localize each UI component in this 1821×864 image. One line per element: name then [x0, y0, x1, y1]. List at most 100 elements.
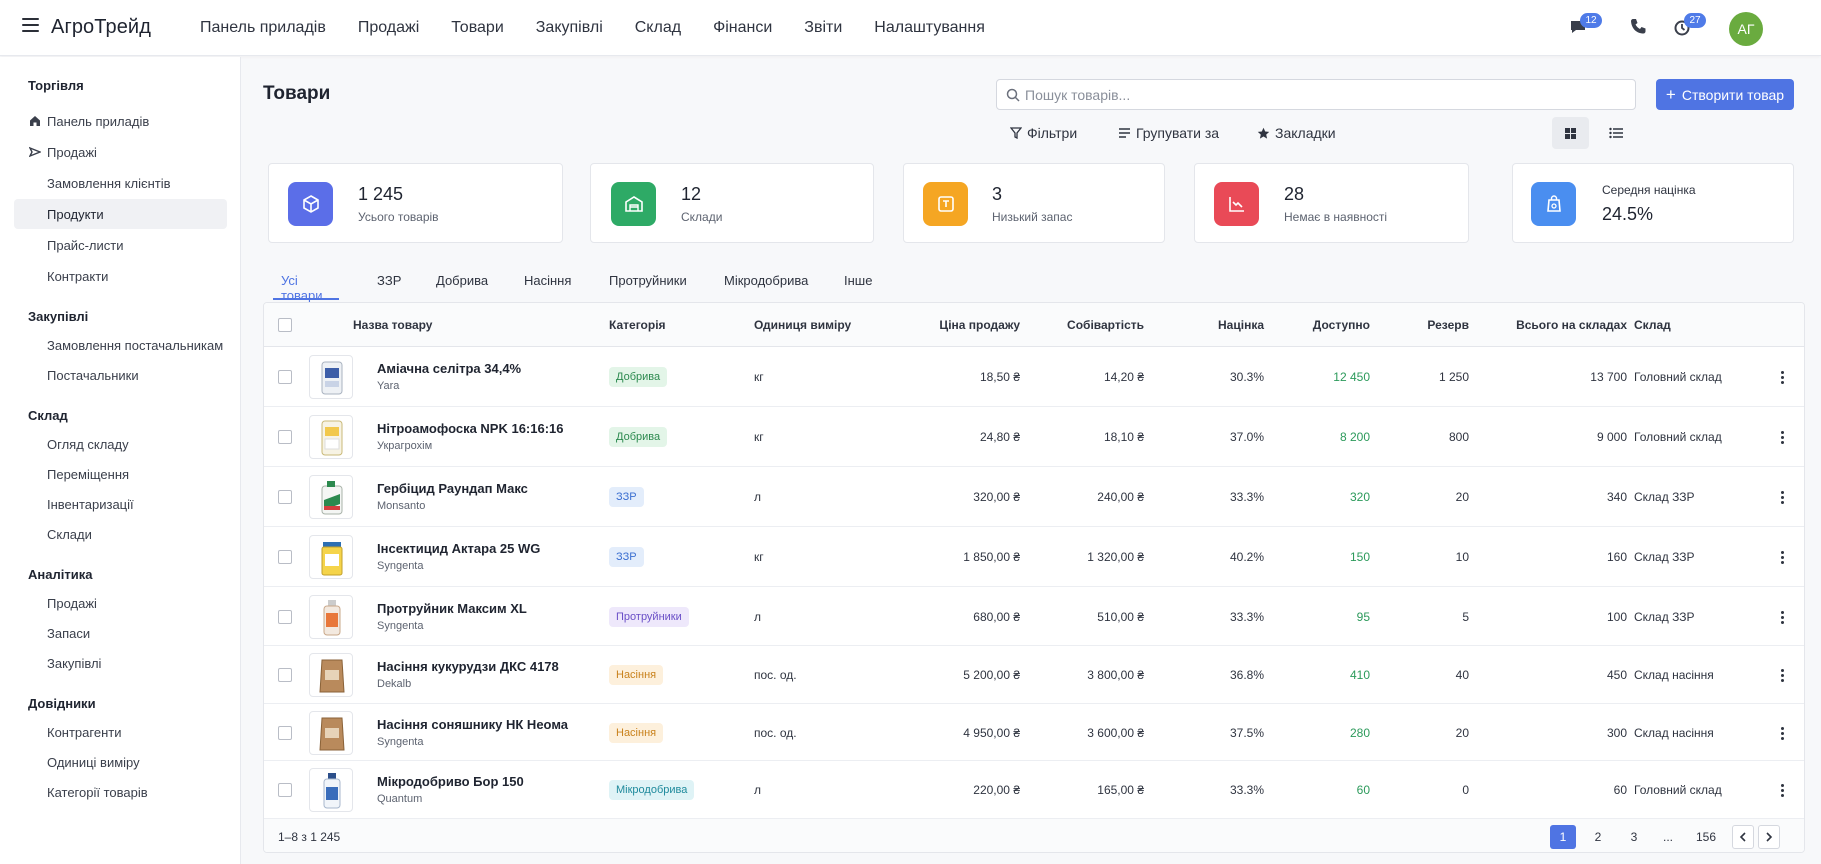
- nav-products[interactable]: Товари: [451, 19, 503, 37]
- table-row[interactable]: Інсектицид Актара 25 WG Syngenta ЗЗР кг 1 85…: [264, 527, 1804, 587]
- column-header-total[interactable]: Всього на складах: [1474, 318, 1627, 332]
- row-checkbox[interactable]: [278, 726, 292, 740]
- table-row[interactable]: Протруйник Максим XL Syngenta Протруйники л…: [264, 587, 1804, 646]
- stat-icon-box: [1531, 182, 1576, 226]
- search-input[interactable]: [1025, 80, 1625, 109]
- sidebar-item-price-lists[interactable]: Прайс-листи: [14, 230, 227, 260]
- row-checkbox[interactable]: [278, 430, 292, 444]
- more-actions-icon[interactable]: [1774, 428, 1790, 446]
- group-by-button[interactable]: Групувати за: [1118, 123, 1219, 143]
- sidebar-item-categories[interactable]: Категорії товарів: [14, 777, 227, 807]
- table-row[interactable]: Мікродобриво Бор 150 Quantum Мікродобрива л…: [264, 761, 1804, 819]
- tab-pesticides[interactable]: ЗЗР: [377, 267, 401, 300]
- sidebar-item-supplier-orders[interactable]: Замовлення постачальникам: [14, 330, 227, 360]
- product-name[interactable]: Мікродобриво Бор 150: [377, 774, 524, 789]
- menu-icon[interactable]: [22, 18, 39, 32]
- tab-micro-fertilizers[interactable]: Мікродобрива: [724, 267, 808, 300]
- product-name[interactable]: Нітроамофоска NPK 16:16:16: [377, 421, 564, 436]
- sidebar-item-inventory[interactable]: Інвентаризації: [14, 489, 227, 519]
- column-header-warehouse[interactable]: Склад: [1634, 318, 1671, 332]
- warehouse-cell: Склад ЗЗР: [1634, 490, 1695, 504]
- more-actions-icon[interactable]: [1774, 666, 1790, 684]
- column-header-name[interactable]: Назва товару: [353, 318, 432, 332]
- table-row[interactable]: Нітроамофоска NPK 16:16:16 Украгрохім Добр…: [264, 407, 1804, 467]
- table-row[interactable]: Насіння соняшнику НК Неома Syngenta Насінн…: [264, 704, 1804, 761]
- product-name[interactable]: Насіння соняшнику НК Неома: [377, 717, 568, 732]
- table-row[interactable]: Гербіцид Раундап Макс Monsanto ЗЗР л 320,00 …: [264, 467, 1804, 527]
- messages-icon[interactable]: 12: [1568, 13, 1602, 39]
- product-name[interactable]: Інсектицид Актара 25 WG: [377, 541, 540, 556]
- notifications-icon[interactable]: 27: [1672, 13, 1706, 39]
- row-checkbox[interactable]: [278, 370, 292, 384]
- more-actions-icon[interactable]: [1774, 488, 1790, 506]
- row-checkbox[interactable]: [278, 783, 292, 797]
- sidebar-item-sales[interactable]: Продажі: [14, 137, 227, 167]
- nav-purchases[interactable]: Закупівлі: [536, 19, 603, 37]
- sidebar-item-suppliers[interactable]: Постачальники: [14, 360, 227, 390]
- column-header-available[interactable]: Доступно: [1264, 318, 1370, 332]
- page-1-button[interactable]: 1: [1550, 825, 1576, 849]
- column-header-cost[interactable]: Собівартість: [1024, 318, 1144, 332]
- total-cell: 160: [1606, 550, 1627, 564]
- page-2-button[interactable]: 2: [1585, 825, 1611, 849]
- nav-finance[interactable]: Фінанси: [713, 19, 772, 37]
- available-cell: 95: [1356, 610, 1370, 624]
- more-actions-icon[interactable]: [1774, 608, 1790, 626]
- sidebar-item-products[interactable]: Продукти: [14, 199, 227, 229]
- row-checkbox[interactable]: [278, 490, 292, 504]
- table-row[interactable]: Насіння кукурудзи ДКС 4178 Dekalb Насіння п…: [264, 646, 1804, 704]
- nav-warehouse[interactable]: Склад: [635, 19, 681, 37]
- product-name[interactable]: Аміачна селітра 34,4%: [377, 361, 521, 376]
- page-3-button[interactable]: 3: [1621, 825, 1647, 849]
- product-name[interactable]: Насіння кукурудзи ДКС 4178: [377, 659, 559, 674]
- prev-page-button[interactable]: [1732, 825, 1754, 849]
- sidebar-item-analytics-sales[interactable]: Продажі: [14, 588, 227, 618]
- sidebar-item-analytics-purchases[interactable]: Закупівлі: [14, 648, 227, 678]
- user-avatar[interactable]: АГ: [1729, 12, 1763, 46]
- tab-seed-treatments[interactable]: Протруйники: [609, 267, 687, 300]
- row-checkbox[interactable]: [278, 550, 292, 564]
- product-name[interactable]: Гербіцид Раундап Макс: [377, 481, 528, 496]
- sidebar-item-dashboard[interactable]: Панель приладів: [14, 106, 227, 136]
- table-row[interactable]: Аміачна селітра 34,4% Yara Добрива кг 18,50 …: [264, 347, 1804, 407]
- price-cell: 1 850,00 ₴: [963, 550, 1020, 564]
- list-view-button[interactable]: [1597, 117, 1634, 149]
- nav-sales[interactable]: Продажі: [358, 19, 419, 37]
- row-checkbox[interactable]: [278, 610, 292, 624]
- filters-label: Фільтри: [1027, 125, 1078, 141]
- tab-fertilizers[interactable]: Добрива: [436, 267, 488, 300]
- tab-seeds[interactable]: Насіння: [524, 267, 571, 300]
- grid-view-button[interactable]: [1552, 117, 1589, 149]
- column-header-category[interactable]: Категорія: [609, 318, 666, 332]
- page-last-button[interactable]: 156: [1689, 825, 1723, 849]
- sidebar-item-contracts[interactable]: Контракти: [14, 261, 227, 291]
- nav-reports[interactable]: Звіти: [804, 19, 842, 37]
- next-page-button[interactable]: [1758, 825, 1780, 849]
- nav-settings[interactable]: Налаштування: [874, 19, 985, 37]
- sidebar-item-units[interactable]: Одиниці виміру: [14, 747, 227, 777]
- more-actions-icon[interactable]: [1774, 368, 1790, 386]
- bookmarks-button[interactable]: Закладки: [1257, 123, 1336, 143]
- product-name[interactable]: Протруйник Максим XL: [377, 601, 527, 616]
- select-all-checkbox[interactable]: [278, 318, 292, 332]
- phone-icon[interactable]: [1628, 17, 1650, 39]
- create-product-button[interactable]: + Створити товар: [1656, 79, 1794, 110]
- column-header-margin[interactable]: Націнка: [1164, 318, 1264, 332]
- column-header-unit[interactable]: Одиниця виміру: [754, 318, 851, 332]
- tab-all[interactable]: Усі товари: [273, 267, 339, 303]
- sidebar-item-warehouse-overview[interactable]: Огляд складу: [14, 429, 227, 459]
- filters-button[interactable]: Фільтри: [1010, 123, 1077, 143]
- more-actions-icon[interactable]: [1774, 548, 1790, 566]
- row-checkbox[interactable]: [278, 668, 292, 682]
- sidebar-item-transfers[interactable]: Переміщення: [14, 459, 227, 489]
- tab-other[interactable]: Інше: [844, 267, 872, 300]
- column-header-price[interactable]: Ціна продажу: [904, 318, 1020, 332]
- nav-dashboard[interactable]: Панель приладів: [200, 19, 326, 37]
- more-actions-icon[interactable]: [1774, 781, 1790, 799]
- sidebar-item-warehouses[interactable]: Склади: [14, 519, 227, 549]
- column-header-reserve[interactable]: Резерв: [1374, 318, 1469, 332]
- more-actions-icon[interactable]: [1774, 724, 1790, 742]
- sidebar-item-analytics-stock[interactable]: Запаси: [14, 618, 227, 648]
- sidebar-item-client-orders[interactable]: Замовлення клієнтів: [14, 168, 227, 198]
- sidebar-item-counterparties[interactable]: Контрагенти: [14, 717, 227, 747]
